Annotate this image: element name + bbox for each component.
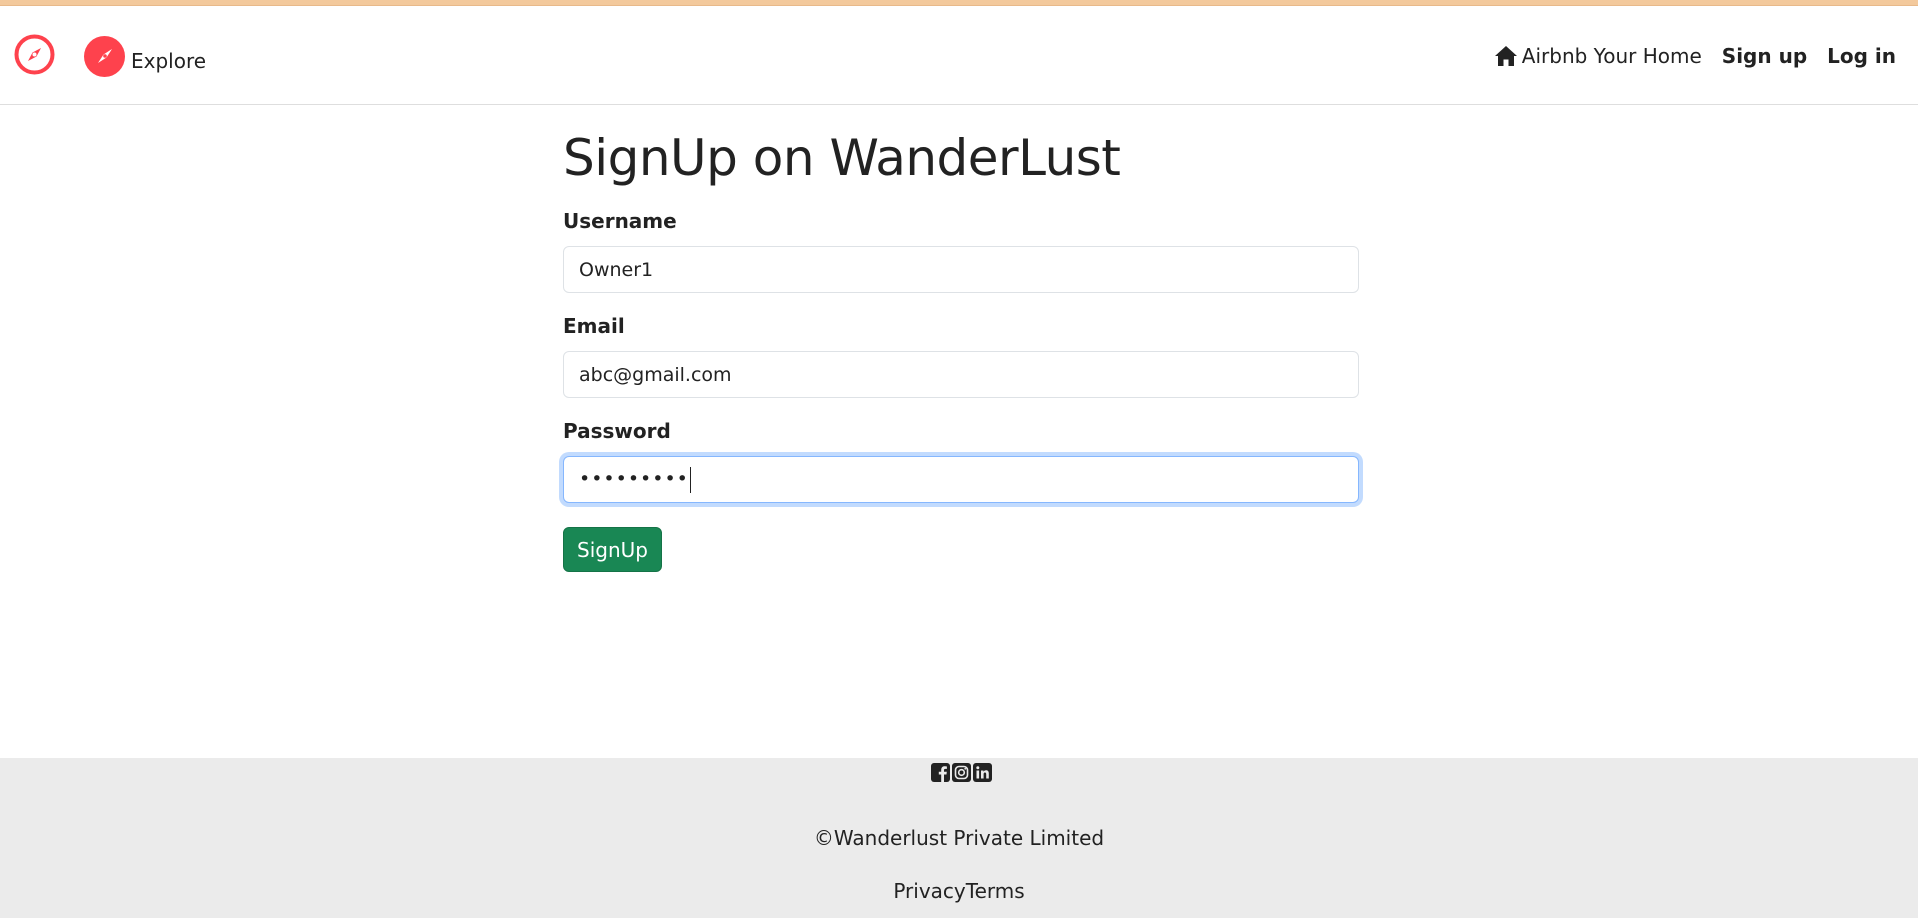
password-input[interactable]: ••••••••• — [563, 456, 1359, 503]
footer-links: PrivacyTerms — [0, 879, 1918, 903]
password-group: Password ••••••••• — [563, 416, 1359, 503]
linkedin-icon — [973, 763, 992, 782]
compass-icon — [14, 34, 55, 75]
instagram-link[interactable] — [952, 763, 971, 782]
linkedin-link[interactable] — [973, 763, 992, 782]
email-group: Email — [563, 311, 1359, 398]
username-group: Username — [563, 206, 1359, 293]
airbnb-your-home-label: Airbnb Your Home — [1521, 44, 1702, 68]
username-label: Username — [563, 209, 677, 233]
home-icon — [1494, 46, 1517, 66]
facebook-icon — [931, 763, 950, 782]
facebook-link[interactable] — [931, 763, 950, 782]
signup-nav-link[interactable]: Sign up — [1722, 44, 1807, 68]
instagram-icon — [952, 763, 971, 782]
privacy-link[interactable]: Privacy — [893, 879, 965, 903]
copyright-text: ©Wanderlust Private Limited — [813, 826, 1105, 850]
username-input[interactable] — [563, 246, 1359, 293]
airbnb-your-home-link[interactable]: Airbnb Your Home — [1494, 44, 1702, 68]
social-links — [931, 763, 994, 782]
email-label: Email — [563, 314, 625, 338]
text-caret — [689, 466, 691, 493]
footer: ©Wanderlust Private Limited PrivacyTerms — [0, 758, 1918, 918]
brand-logo-link[interactable] — [14, 34, 55, 75]
login-nav-link[interactable]: Log in — [1827, 44, 1896, 68]
password-masked-value: ••••••••• — [579, 468, 689, 490]
signup-submit-button[interactable]: SignUp — [563, 527, 662, 572]
signup-form-container: SignUp on WanderLust Username Email Pass… — [563, 120, 1359, 503]
terms-link[interactable]: Terms — [966, 879, 1025, 903]
page-title: SignUp on WanderLust — [563, 129, 1121, 187]
nav-right-links: Airbnb Your Home Sign up Log in — [1494, 44, 1896, 68]
compass-icon — [84, 35, 125, 77]
password-label: Password — [563, 419, 671, 443]
explore-link[interactable]: Explore — [84, 34, 206, 78]
navbar: Explore Airbnb Your Home Sign up Log in — [0, 6, 1918, 105]
email-input[interactable] — [563, 351, 1359, 398]
explore-label: Explore — [131, 49, 207, 73]
